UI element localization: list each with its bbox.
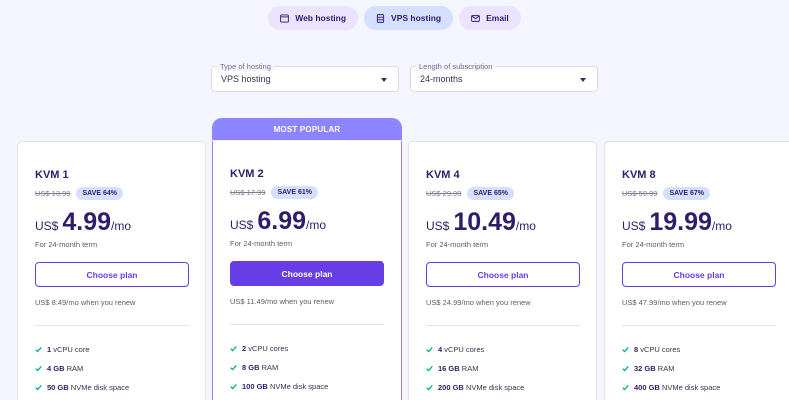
plan-card-kvm-8: KVM 8 US$ 59.99 SAVE 67% US$ 19.99 /mo F… (604, 141, 789, 400)
divider (622, 325, 776, 326)
price: US$ 4.99 /mo (35, 208, 131, 237)
mail-icon (471, 14, 480, 22)
term-note: For 24-month term (426, 240, 489, 249)
plan-card-kvm-1: KVM 1 US$ 13.99 SAVE 64% US$ 4.99 /mo Fo… (17, 141, 206, 400)
choose-plan-button[interactable]: Choose plan (426, 262, 580, 287)
chevron-down-icon (381, 78, 387, 82)
tab-label: VPS hosting (391, 13, 442, 23)
plan-title: KVM 1 (35, 169, 69, 181)
renewal-note: US$ 11.49/mo when you renew (230, 297, 335, 306)
choose-plan-button[interactable]: Choose plan (622, 262, 776, 287)
feature-item: 4 vCPU cores (426, 345, 484, 354)
feature-item: 2 vCPU cores (230, 344, 288, 353)
feature-item: 50 GB NVMe disk space (35, 383, 129, 392)
check-icon (230, 364, 237, 371)
chevron-down-icon (580, 78, 586, 82)
check-icon (35, 384, 42, 391)
hosting-type-label: Type of hosting (217, 62, 274, 71)
term-note: For 24-month term (230, 239, 293, 248)
check-icon (622, 346, 629, 353)
discount-row: US$ 29.99 SAVE 65% (426, 187, 514, 200)
check-icon (35, 365, 42, 372)
choose-plan-button[interactable]: Choose plan (230, 261, 384, 286)
tab-email[interactable]: Email (459, 6, 521, 30)
discount-row: US$ 17.99 SAVE 61% (230, 186, 318, 199)
subscription-length-value: 24-months (420, 74, 463, 84)
currency: US$ (622, 219, 646, 233)
check-icon (230, 383, 237, 390)
check-icon (622, 384, 629, 391)
price-amount: 6.99 (257, 207, 307, 235)
check-icon (230, 345, 237, 352)
subscription-length-label: Length of subscription (416, 62, 496, 71)
discount-row: US$ 59.99 SAVE 67% (622, 187, 710, 200)
original-price: US$ 13.99 (35, 189, 71, 198)
divider (426, 325, 580, 326)
feature-item: 100 GB NVMe disk space (230, 382, 328, 391)
feature-item: 4 GB RAM (35, 364, 83, 373)
save-badge: SAVE 67% (663, 187, 710, 200)
check-icon (426, 346, 433, 353)
term-note: For 24-month term (622, 240, 685, 249)
currency: US$ (230, 218, 254, 232)
plan-title: KVM 2 (230, 168, 264, 180)
tab-label: Web hosting (295, 13, 347, 23)
price-amount: 19.99 (649, 208, 712, 236)
check-icon (426, 384, 433, 391)
hosting-type-select[interactable]: Type of hosting VPS hosting (211, 62, 399, 92)
original-price: US$ 29.99 (426, 189, 462, 198)
original-price: US$ 59.99 (622, 189, 658, 198)
save-badge: SAVE 61% (271, 186, 318, 199)
feature-item: 8 GB RAM (230, 363, 278, 372)
divider (230, 324, 384, 325)
price-period: /mo (306, 218, 327, 232)
plan-card-kvm-2: KVM 2 US$ 17.99 SAVE 61% US$ 6.99 /mo Fo… (212, 141, 402, 400)
subscription-length-select[interactable]: Length of subscription 24-months (410, 62, 598, 92)
renewal-note: US$ 8.49/mo when you renew (35, 298, 136, 307)
price: US$ 6.99 /mo (230, 207, 326, 236)
plan-title: KVM 8 (622, 169, 656, 181)
hosting-type-tabs: Web hosting VPS hosting Email (0, 6, 789, 30)
feature-item: 32 GB RAM (622, 364, 674, 373)
price-period: /mo (111, 219, 132, 233)
price-period: /mo (515, 219, 536, 233)
feature-item: 8 vCPU cores (622, 345, 680, 354)
tab-vps-hosting[interactable]: VPS hosting (364, 6, 454, 30)
plan-card-kvm-4: KVM 4 US$ 29.99 SAVE 65% US$ 10.49 /mo F… (408, 141, 597, 400)
price-period: /mo (711, 219, 732, 233)
feature-item: 200 GB NVMe disk space (426, 383, 524, 392)
check-icon (426, 365, 433, 372)
save-badge: SAVE 65% (467, 187, 514, 200)
tab-label: Email (486, 13, 509, 23)
tab-web-hosting[interactable]: Web hosting (268, 6, 359, 30)
plan-title: KVM 4 (426, 169, 460, 181)
currency: US$ (426, 219, 450, 233)
choose-plan-button[interactable]: Choose plan (35, 262, 189, 287)
term-note: For 24-month term (35, 240, 98, 249)
most-popular-banner: MOST POPULAR (212, 118, 402, 140)
price: US$ 10.49 /mo (426, 208, 536, 237)
currency: US$ (35, 219, 59, 233)
divider (35, 325, 189, 326)
hosting-type-value: VPS hosting (221, 74, 271, 84)
check-icon (622, 365, 629, 372)
feature-item: 400 GB NVMe disk space (622, 383, 720, 392)
price-amount: 4.99 (62, 208, 112, 236)
browser-icon (280, 13, 290, 23)
server-icon (376, 13, 385, 23)
price: US$ 19.99 /mo (622, 208, 732, 237)
price-amount: 10.49 (453, 208, 516, 236)
feature-item: 16 GB RAM (426, 364, 478, 373)
original-price: US$ 17.99 (230, 188, 266, 197)
save-badge: SAVE 64% (76, 187, 123, 200)
discount-row: US$ 13.99 SAVE 64% (35, 187, 123, 200)
renewal-note: US$ 24.99/mo when you renew (426, 298, 531, 307)
feature-item: 1 vCPU core (35, 345, 90, 354)
check-icon (35, 346, 42, 353)
renewal-note: US$ 47.99/mo when you renew (622, 298, 727, 307)
